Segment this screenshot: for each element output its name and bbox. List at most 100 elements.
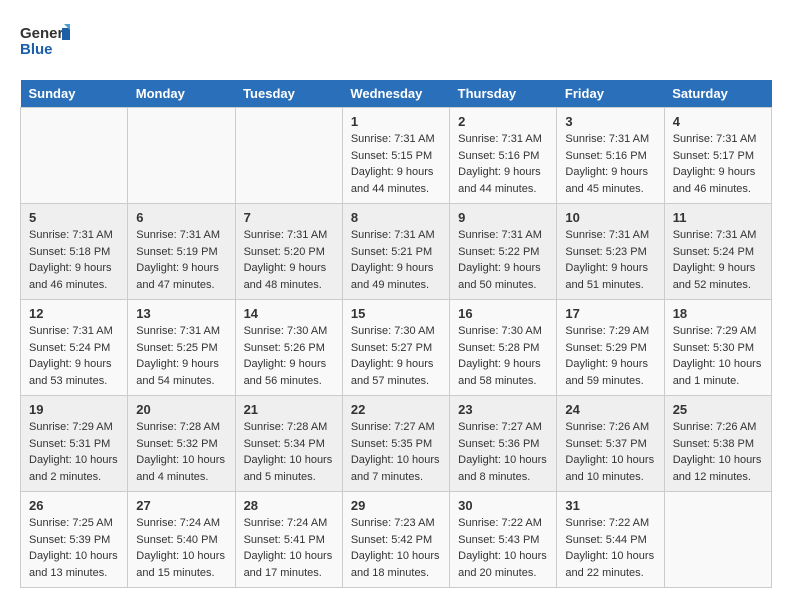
day-number: 14 [244, 306, 334, 321]
day-number: 7 [244, 210, 334, 225]
calendar-cell: 25Sunrise: 7:26 AM Sunset: 5:38 PM Dayli… [664, 396, 771, 492]
day-number: 26 [29, 498, 119, 513]
day-number: 11 [673, 210, 763, 225]
day-info: Sunrise: 7:31 AM Sunset: 5:15 PM Dayligh… [351, 131, 441, 197]
day-number: 8 [351, 210, 441, 225]
calendar-cell: 1Sunrise: 7:31 AM Sunset: 5:15 PM Daylig… [342, 108, 449, 204]
calendar-cell: 17 Sunrise: 7:29 AM Sunset: 5:29 PM Dayli… [557, 300, 664, 396]
day-number: 27 [136, 498, 226, 513]
day-info: Sunrise: 7:27 AM Sunset: 5:36 PM Dayligh… [458, 419, 548, 485]
day-number: 17 [565, 306, 655, 321]
svg-text:Blue: Blue [20, 41, 53, 58]
day-info: Sunrise: 7:22 AM Sunset: 5:43 PM Dayligh… [458, 515, 548, 581]
day-number: 12 [29, 306, 119, 321]
day-info: Sunrise: 7:30 AM Sunset: 5:27 PM Dayligh… [351, 323, 441, 389]
day-info: Sunrise: 7:26 AM Sunset: 5:37 PM Dayligh… [565, 419, 655, 485]
day-number: 9 [458, 210, 548, 225]
day-info: Sunrise: 7:28 AM Sunset: 5:32 PM Dayligh… [136, 419, 226, 485]
calendar-cell: 3Sunrise: 7:31 AM Sunset: 5:16 PM Daylig… [557, 108, 664, 204]
calendar-cell: 7 Sunrise: 7:31 AM Sunset: 5:20 PM Daylig… [235, 204, 342, 300]
weekday-header-tuesday: Tuesday [235, 80, 342, 108]
calendar-cell: 2Sunrise: 7:31 AM Sunset: 5:16 PM Daylig… [450, 108, 557, 204]
day-number: 21 [244, 402, 334, 417]
day-info: Sunrise: 7:31 AM Sunset: 5:17 PM Dayligh… [673, 131, 763, 197]
weekday-header-monday: Monday [128, 80, 235, 108]
day-info: Sunrise: 7:28 AM Sunset: 5:34 PM Dayligh… [244, 419, 334, 485]
day-info: Sunrise: 7:31 AM Sunset: 5:19 PM Dayligh… [136, 227, 226, 293]
weekday-header-row: SundayMondayTuesdayWednesdayThursdayFrid… [21, 80, 772, 108]
weekday-header-sunday: Sunday [21, 80, 128, 108]
day-info: Sunrise: 7:29 AM Sunset: 5:29 PM Dayligh… [565, 323, 655, 389]
weekday-header-saturday: Saturday [664, 80, 771, 108]
calendar-cell [21, 108, 128, 204]
day-info: Sunrise: 7:24 AM Sunset: 5:40 PM Dayligh… [136, 515, 226, 581]
calendar-cell: 21 Sunrise: 7:28 AM Sunset: 5:34 PM Dayli… [235, 396, 342, 492]
day-number: 23 [458, 402, 548, 417]
day-number: 5 [29, 210, 119, 225]
day-info: Sunrise: 7:24 AM Sunset: 5:41 PM Dayligh… [244, 515, 334, 581]
day-info: Sunrise: 7:31 AM Sunset: 5:20 PM Dayligh… [244, 227, 334, 293]
week-row-5: 26 Sunrise: 7:25 AM Sunset: 5:39 PM Dayli… [21, 492, 772, 588]
day-number: 24 [565, 402, 655, 417]
calendar-cell: 14 Sunrise: 7:30 AM Sunset: 5:26 PM Dayli… [235, 300, 342, 396]
calendar-cell: 28 Sunrise: 7:24 AM Sunset: 5:41 PM Dayli… [235, 492, 342, 588]
week-row-1: 1Sunrise: 7:31 AM Sunset: 5:15 PM Daylig… [21, 108, 772, 204]
day-number: 29 [351, 498, 441, 513]
calendar-cell: 20 Sunrise: 7:28 AM Sunset: 5:32 PM Dayli… [128, 396, 235, 492]
calendar-cell: 4Sunrise: 7:31 AM Sunset: 5:17 PM Daylig… [664, 108, 771, 204]
logo: General Blue [20, 20, 70, 70]
day-number: 3 [565, 114, 655, 129]
day-info: Sunrise: 7:29 AM Sunset: 5:31 PM Dayligh… [29, 419, 119, 485]
calendar-cell: 10 Sunrise: 7:31 AM Sunset: 5:23 PM Dayli… [557, 204, 664, 300]
day-number: 16 [458, 306, 548, 321]
calendar-cell: 23 Sunrise: 7:27 AM Sunset: 5:36 PM Dayli… [450, 396, 557, 492]
calendar-cell [128, 108, 235, 204]
calendar-cell [235, 108, 342, 204]
calendar-cell: 12 Sunrise: 7:31 AM Sunset: 5:24 PM Dayli… [21, 300, 128, 396]
day-number: 18 [673, 306, 763, 321]
day-info: Sunrise: 7:27 AM Sunset: 5:35 PM Dayligh… [351, 419, 441, 485]
day-number: 2 [458, 114, 548, 129]
day-number: 13 [136, 306, 226, 321]
day-number: 30 [458, 498, 548, 513]
header: General Blue [20, 20, 772, 70]
week-row-2: 5 Sunrise: 7:31 AM Sunset: 5:18 PM Daylig… [21, 204, 772, 300]
day-info: Sunrise: 7:31 AM Sunset: 5:21 PM Dayligh… [351, 227, 441, 293]
day-info: Sunrise: 7:31 AM Sunset: 5:24 PM Dayligh… [29, 323, 119, 389]
day-info: Sunrise: 7:31 AM Sunset: 5:23 PM Dayligh… [565, 227, 655, 293]
day-info: Sunrise: 7:30 AM Sunset: 5:26 PM Dayligh… [244, 323, 334, 389]
calendar-cell: 31 Sunrise: 7:22 AM Sunset: 5:44 PM Dayli… [557, 492, 664, 588]
calendar-cell: 18 Sunrise: 7:29 AM Sunset: 5:30 PM Dayli… [664, 300, 771, 396]
day-info: Sunrise: 7:31 AM Sunset: 5:25 PM Dayligh… [136, 323, 226, 389]
weekday-header-wednesday: Wednesday [342, 80, 449, 108]
day-number: 25 [673, 402, 763, 417]
day-number: 15 [351, 306, 441, 321]
day-number: 20 [136, 402, 226, 417]
calendar-table: SundayMondayTuesdayWednesdayThursdayFrid… [20, 80, 772, 588]
day-info: Sunrise: 7:30 AM Sunset: 5:28 PM Dayligh… [458, 323, 548, 389]
calendar-cell: 15 Sunrise: 7:30 AM Sunset: 5:27 PM Dayli… [342, 300, 449, 396]
calendar-cell: 11Sunrise: 7:31 AM Sunset: 5:24 PM Dayli… [664, 204, 771, 300]
day-number: 6 [136, 210, 226, 225]
calendar-cell [664, 492, 771, 588]
calendar-cell: 27 Sunrise: 7:24 AM Sunset: 5:40 PM Dayli… [128, 492, 235, 588]
day-info: Sunrise: 7:31 AM Sunset: 5:22 PM Dayligh… [458, 227, 548, 293]
day-number: 19 [29, 402, 119, 417]
day-number: 28 [244, 498, 334, 513]
calendar-cell: 30 Sunrise: 7:22 AM Sunset: 5:43 PM Dayli… [450, 492, 557, 588]
day-number: 10 [565, 210, 655, 225]
day-info: Sunrise: 7:31 AM Sunset: 5:18 PM Dayligh… [29, 227, 119, 293]
calendar-cell: 19 Sunrise: 7:29 AM Sunset: 5:31 PM Dayli… [21, 396, 128, 492]
day-number: 31 [565, 498, 655, 513]
calendar-cell: 13 Sunrise: 7:31 AM Sunset: 5:25 PM Dayli… [128, 300, 235, 396]
day-info: Sunrise: 7:25 AM Sunset: 5:39 PM Dayligh… [29, 515, 119, 581]
calendar-cell: 9 Sunrise: 7:31 AM Sunset: 5:22 PM Daylig… [450, 204, 557, 300]
day-info: Sunrise: 7:29 AM Sunset: 5:30 PM Dayligh… [673, 323, 763, 389]
calendar-cell: 24 Sunrise: 7:26 AM Sunset: 5:37 PM Dayli… [557, 396, 664, 492]
week-row-4: 19 Sunrise: 7:29 AM Sunset: 5:31 PM Dayli… [21, 396, 772, 492]
day-info: Sunrise: 7:22 AM Sunset: 5:44 PM Dayligh… [565, 515, 655, 581]
calendar-cell: 6 Sunrise: 7:31 AM Sunset: 5:19 PM Daylig… [128, 204, 235, 300]
logo-graphic: General Blue [20, 20, 70, 70]
week-row-3: 12 Sunrise: 7:31 AM Sunset: 5:24 PM Dayli… [21, 300, 772, 396]
calendar-cell: 8 Sunrise: 7:31 AM Sunset: 5:21 PM Daylig… [342, 204, 449, 300]
